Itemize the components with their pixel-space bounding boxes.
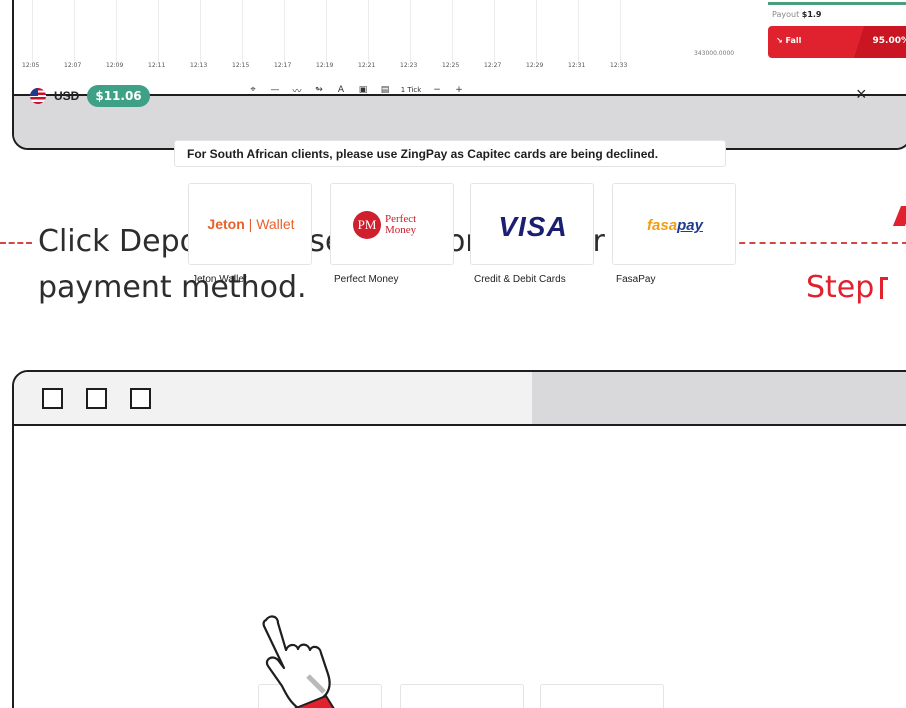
fall-label: ↘ Fall	[776, 36, 802, 45]
payment-label-cards[interactable]: Credit & Debit Cards	[474, 274, 566, 285]
chart-gridline	[242, 0, 243, 64]
close-icon[interactable]: ×	[856, 84, 867, 105]
connector-line-left	[0, 242, 32, 244]
chart-gridline	[620, 0, 621, 64]
fall-button[interactable]: ↘ Fall 95.00%	[768, 26, 906, 58]
payout-label: Payout	[772, 10, 800, 19]
window-button-square[interactable]	[42, 388, 63, 409]
time-tick-label: 12:23	[400, 62, 418, 69]
fasapay-logo: fasapay	[647, 217, 703, 234]
payout-value: $1.9	[801, 10, 822, 19]
chart-gridline	[494, 0, 495, 64]
time-axis: 12:05 12:07 12:09 12:11 12:13 12:15 12:17 12:19…	[14, 62, 714, 74]
time-tick-label: 12:33	[610, 62, 628, 69]
jeton-wallet-logo: Jeton | Wallet	[207, 216, 295, 232]
chart-gridline	[284, 0, 285, 64]
step-label: Step	[806, 270, 889, 305]
time-tick-label: 12:19	[316, 62, 334, 69]
time-tick-label: 12:27	[484, 62, 502, 69]
window-button-square[interactable]	[86, 388, 107, 409]
time-tick-label: 12:21	[358, 62, 376, 69]
titlebar-tab-area	[532, 372, 906, 424]
price-chart[interactable]	[14, 0, 754, 64]
chart-gridline	[158, 0, 159, 64]
time-tick-label: 12:31	[568, 62, 586, 69]
payment-label-fasapay[interactable]: FasaPay	[616, 274, 655, 285]
payment-card-visa[interactable]: VISA	[470, 183, 594, 265]
payment-label-jeton[interactable]: Jeton Wallet	[192, 274, 247, 285]
chart-gridline	[578, 0, 579, 64]
payment-card-jeton[interactable]: Jeton | Wallet	[188, 183, 312, 265]
step-marker	[892, 206, 906, 226]
payout-text: Payout $1.9	[772, 10, 822, 19]
payment-card[interactable]	[540, 684, 664, 708]
perfect-money-logo: PM Perfect Money	[353, 211, 416, 239]
visa-logo: VISA	[498, 211, 568, 242]
chart-gridline	[74, 0, 75, 64]
chart-gridline	[410, 0, 411, 64]
chart-gridline	[200, 0, 201, 64]
balance-badge: $11.06	[87, 85, 150, 107]
payment-card[interactable]	[400, 684, 524, 708]
time-tick-label: 12:09	[106, 62, 124, 69]
time-tick-label: 12:13	[190, 62, 208, 69]
chart-gridline	[452, 0, 453, 64]
trading-window: 12:05 12:07 12:09 12:11 12:13 12:15 12:17 12:19…	[12, 0, 906, 150]
payment-card-fasapay[interactable]: fasapay	[612, 183, 736, 265]
payment-label-perfect-money[interactable]: Perfect Money	[334, 274, 398, 285]
account-currency[interactable]: USD $11.06	[30, 85, 150, 107]
window-button-square[interactable]	[130, 388, 151, 409]
deposit-window	[12, 370, 906, 708]
chart-gridline	[116, 0, 117, 64]
time-tick-label: 12:11	[148, 62, 166, 69]
window-titlebar	[14, 372, 906, 426]
time-tick-label: 12:25	[442, 62, 460, 69]
notice-banner: For South African clients, please use Zi…	[174, 140, 726, 167]
time-tick-label: 12:07	[64, 62, 82, 69]
chart-gridline	[536, 0, 537, 64]
time-tick-label: 12:17	[274, 62, 292, 69]
time-tick-label: 12:29	[526, 62, 544, 69]
currency-code: USD	[54, 89, 80, 103]
chart-gridline	[32, 0, 33, 64]
payment-card-perfect-money[interactable]: PM Perfect Money	[330, 183, 454, 265]
chart-gridline	[368, 0, 369, 64]
pointing-hand-icon	[262, 615, 335, 708]
chart-gridline	[326, 0, 327, 64]
rise-button-edge[interactable]	[768, 2, 906, 5]
time-tick-label: 12:05	[22, 62, 40, 69]
fall-percent: 95.00%	[872, 36, 906, 46]
us-flag-icon	[30, 88, 46, 104]
trade-panel: Payout $1.9 ↘ Fall 95.00%	[768, 0, 906, 72]
time-tick-label: 12:15	[232, 62, 250, 69]
price-axis-label: 343000.0000	[694, 50, 735, 57]
